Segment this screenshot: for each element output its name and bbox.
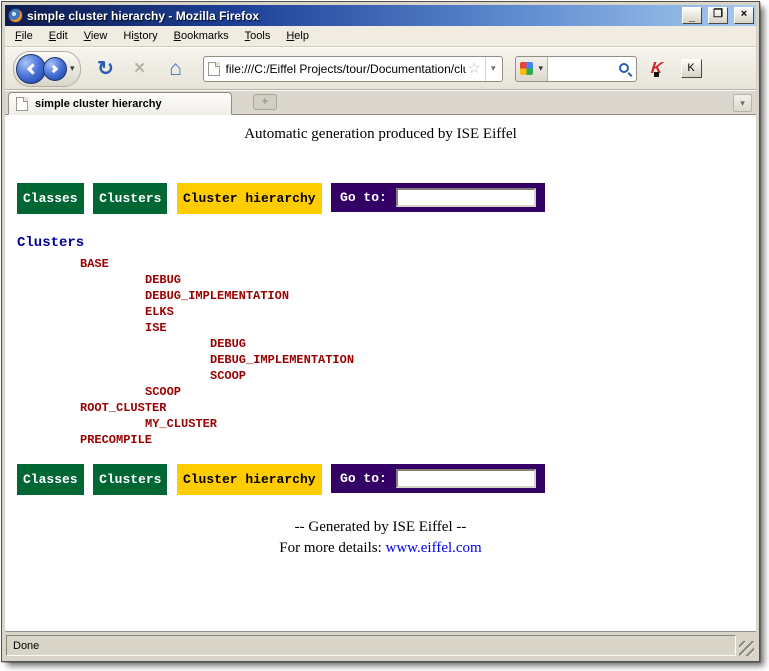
new-tab-button[interactable]: + — [253, 94, 277, 110]
cluster-hierarchy-button[interactable]: Cluster hierarchy — [177, 183, 322, 214]
address-dropdown-icon[interactable]: ▾ — [485, 57, 499, 81]
cluster-link[interactable]: BASE — [5, 256, 756, 272]
status-bar: Done — [5, 632, 756, 658]
bookmark-star-icon[interactable]: ☆ — [468, 61, 481, 76]
tab-simple-cluster-hierarchy[interactable]: simple cluster hierarchy — [8, 92, 232, 115]
page-footer: -- Generated by ISE Eiffel -- For more d… — [5, 517, 756, 559]
k-toolbar-button[interactable]: K — [681, 59, 702, 78]
goto-block: Go to: — [331, 464, 545, 493]
goto-label: Go to: — [340, 190, 387, 205]
menu-tools[interactable]: Tools — [237, 27, 279, 45]
menu-file[interactable]: File — [7, 27, 41, 45]
search-engine-selector[interactable]: ▾ — [516, 57, 549, 81]
reload-button[interactable]: ↻ — [91, 56, 121, 81]
forward-icon — [50, 64, 58, 72]
goto-label: Go to: — [340, 471, 387, 486]
history-dropdown-icon[interactable]: ▾ — [70, 63, 75, 74]
cluster-link[interactable]: SCOOP — [5, 384, 756, 400]
bottom-nav-row: Classes Clusters Cluster hierarchy Go to… — [17, 464, 756, 495]
footer-generated-line: -- Generated by ISE Eiffel -- — [5, 517, 756, 538]
resize-grip[interactable] — [739, 641, 754, 656]
cluster-link[interactable]: DEBUG — [5, 336, 756, 352]
search-engine-dropdown-icon: ▾ — [539, 63, 544, 74]
maximize-icon: ❐ — [709, 7, 727, 21]
back-forward-group: ▾ — [13, 51, 81, 87]
minimize-button[interactable]: _ — [682, 7, 702, 24]
cluster-hierarchy-button[interactable]: Cluster hierarchy — [177, 464, 322, 495]
top-nav-row: Classes Clusters Cluster hierarchy Go to… — [17, 183, 756, 214]
goto-input[interactable] — [396, 469, 536, 488]
forward-button[interactable] — [43, 57, 67, 81]
home-button[interactable]: ⌂ — [161, 57, 191, 81]
menu-edit[interactable]: Edit — [41, 27, 76, 45]
tab-list-dropdown[interactable]: ▾ — [733, 94, 752, 112]
browser-window: simple cluster hierarchy - Mozilla Firef… — [1, 1, 760, 662]
cluster-tree: BASE DEBUG DEBUG_IMPLEMENTATION ELKS ISE… — [5, 256, 756, 448]
menu-bookmarks[interactable]: Bookmarks — [166, 27, 237, 45]
firefox-logo-icon — [8, 8, 23, 23]
tab-strip: simple cluster hierarchy + ▾ — [5, 90, 756, 115]
cluster-link[interactable]: DEBUG_IMPLEMENTATION — [5, 352, 756, 368]
classes-button[interactable]: Classes — [17, 183, 84, 214]
address-bar: ☆ ▾ — [203, 56, 503, 82]
goto-input[interactable] — [396, 188, 536, 207]
cluster-link[interactable]: DEBUG — [5, 272, 756, 288]
menu-help[interactable]: Help — [278, 27, 317, 45]
favicon-page-icon — [208, 62, 220, 76]
address-input[interactable] — [220, 62, 468, 76]
kaspersky-icon[interactable]: K — [651, 60, 669, 77]
cluster-link[interactable]: DEBUG_IMPLEMENTATION — [5, 288, 756, 304]
goto-block: Go to: — [331, 183, 545, 212]
cluster-link[interactable]: ISE — [5, 320, 756, 336]
title-bar: simple cluster hierarchy - Mozilla Firef… — [5, 5, 756, 26]
menu-bar: File Edit View History Bookmarks Tools H… — [5, 26, 756, 47]
cluster-link[interactable]: ROOT_CLUSTER — [5, 400, 756, 416]
footer-details-prefix: For more details: — [279, 540, 385, 556]
google-logo-icon — [520, 62, 533, 75]
cluster-link[interactable]: ELKS — [5, 304, 756, 320]
clusters-button[interactable]: Clusters — [93, 464, 167, 495]
back-button[interactable] — [16, 54, 46, 84]
tab-label: simple cluster hierarchy — [35, 98, 162, 110]
page-header-text: Automatic generation produced by ISE Eif… — [5, 126, 756, 143]
navigation-toolbar: ▾ ↻ × ⌂ ☆ ▾ ▾ K K — [5, 47, 756, 90]
close-icon: × — [735, 7, 753, 21]
back-icon — [27, 63, 38, 74]
page-content: Automatic generation produced by ISE Eif… — [5, 115, 756, 632]
maximize-button[interactable]: ❐ — [708, 7, 728, 24]
clusters-button[interactable]: Clusters — [93, 183, 167, 214]
tab-page-icon — [16, 97, 28, 111]
cluster-link[interactable]: MY_CLUSTER — [5, 416, 756, 432]
eiffel-link[interactable]: www.eiffel.com — [386, 540, 482, 556]
search-input[interactable] — [548, 62, 616, 76]
window-title: simple cluster hierarchy - Mozilla Firef… — [27, 9, 676, 23]
footer-details-line: For more details: www.eiffel.com — [5, 538, 756, 559]
close-button[interactable]: × — [734, 7, 754, 24]
menu-view[interactable]: View — [76, 27, 116, 45]
minimize-icon: _ — [683, 10, 701, 24]
cluster-link[interactable]: PRECOMPILE — [5, 432, 756, 448]
cluster-link[interactable]: SCOOP — [5, 368, 756, 384]
menu-history[interactable]: History — [115, 27, 165, 45]
status-panel: Done — [6, 635, 736, 656]
classes-button[interactable]: Classes — [17, 464, 84, 495]
status-text: Done — [13, 640, 39, 652]
clusters-heading: Clusters — [17, 235, 756, 251]
search-box: ▾ — [515, 56, 637, 82]
search-magnifier-icon[interactable] — [619, 63, 629, 73]
stop-button: × — [125, 58, 155, 80]
